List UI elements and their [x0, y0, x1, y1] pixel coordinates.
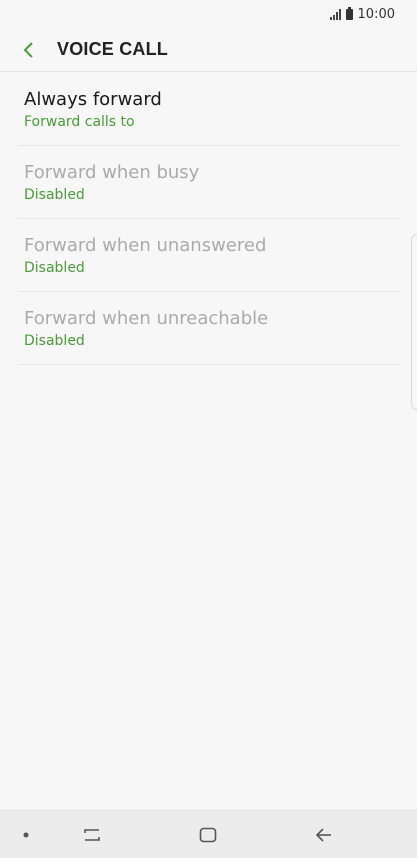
signal-icon — [329, 8, 341, 20]
scroll-handle[interactable] — [411, 234, 417, 410]
back-button[interactable] — [8, 30, 48, 70]
list-item-forward-when-unanswered[interactable]: Forward when unanswered Disabled — [18, 219, 399, 292]
back-arrow-icon — [315, 828, 331, 842]
forwarding-options-list: Always forward Forward calls to Forward … — [18, 73, 399, 365]
dot-icon — [23, 832, 29, 838]
status-bar: 10:00 — [0, 0, 417, 28]
item-subtitle: Forward calls to — [24, 114, 135, 130]
recent-apps-button[interactable] — [72, 819, 112, 851]
list-item-forward-when-unreachable[interactable]: Forward when unreachable Disabled — [18, 292, 399, 365]
status-time: 10:00 — [357, 6, 395, 22]
item-title: Forward when busy — [24, 162, 200, 183]
list-item-forward-when-busy[interactable]: Forward when busy Disabled — [18, 146, 399, 219]
back-nav-button[interactable] — [304, 819, 344, 851]
home-icon — [199, 827, 217, 843]
recent-apps-icon — [84, 829, 100, 841]
chevron-left-icon — [23, 41, 33, 58]
navigation-bar — [0, 810, 417, 858]
item-title: Forward when unreachable — [24, 308, 269, 329]
item-title: Always forward — [24, 89, 162, 110]
app-header: VOICE CALL — [0, 28, 417, 72]
battery-icon — [345, 6, 353, 20]
home-button[interactable] — [188, 819, 228, 851]
list-item-always-forward[interactable]: Always forward Forward calls to — [18, 73, 399, 146]
item-subtitle: Disabled — [24, 333, 85, 349]
item-title: Forward when unanswered — [24, 235, 267, 256]
item-subtitle: Disabled — [24, 187, 85, 203]
nav-dot-button[interactable] — [18, 825, 34, 845]
item-subtitle: Disabled — [24, 260, 85, 276]
page-title: VOICE CALL — [57, 39, 169, 59]
